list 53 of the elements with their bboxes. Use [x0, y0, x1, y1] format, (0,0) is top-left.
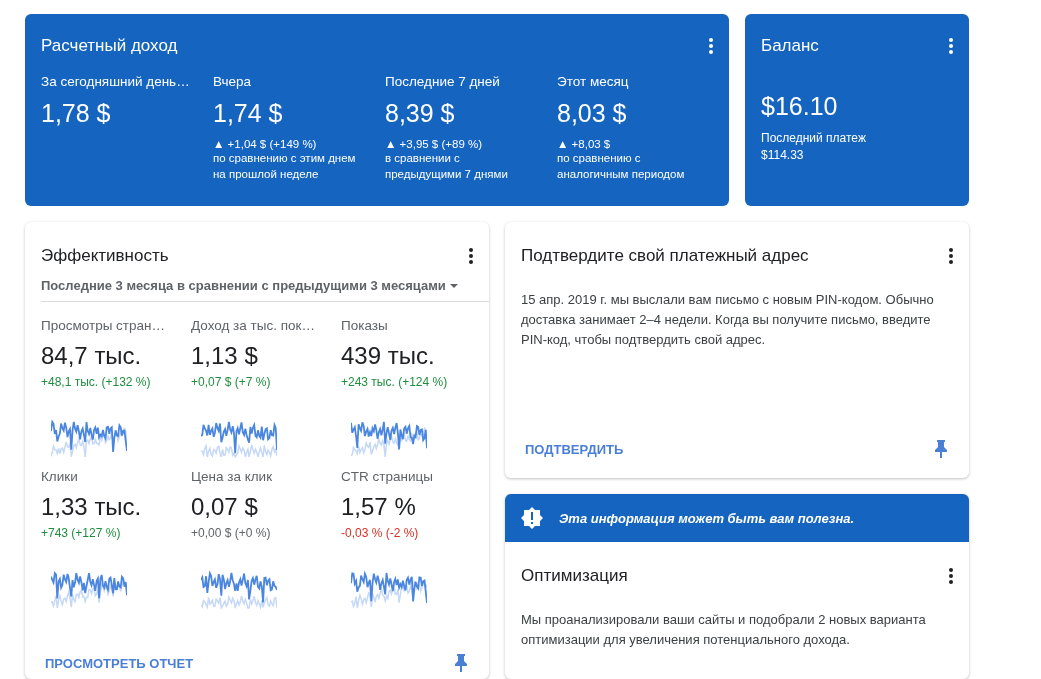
card-title: Баланс: [761, 36, 819, 56]
metric-label: Доход за тыс. пок…: [191, 318, 316, 333]
pin-icon[interactable]: [455, 654, 467, 672]
view-report-link[interactable]: ПРОСМОТРЕТЬ ОТЧЕТ: [45, 655, 194, 671]
earnings-value: 8,39 $: [385, 99, 456, 128]
metric-label: Показы: [341, 318, 389, 333]
caret-icon[interactable]: [449, 283, 458, 288]
period-label: За сегодняшний день…: [41, 74, 191, 89]
last-payment-value: $114.33: [761, 148, 805, 162]
metric-value: 0,07 $: [191, 493, 259, 521]
banner-text: Эта информация может быть вам полезна.: [559, 510, 855, 526]
card-text: Мы проанализировали ваши сайты и подобрали 2 новых варианта оптимизации для увеличения потенциального дохода.: [521, 611, 927, 649]
metric-label: Просмотры стран…: [41, 318, 166, 333]
metric-delta: -0,03 % (-2 %): [341, 526, 419, 540]
more-options-icon[interactable]: [469, 248, 473, 264]
more-options-icon[interactable]: [949, 568, 953, 584]
metric-delta: +243 тыс. (+124 %): [341, 375, 448, 389]
last-payment-label: Последний платеж: [761, 131, 867, 145]
metric-value: 439 тыс.: [341, 342, 436, 370]
card-title: Оптимизация: [521, 566, 628, 586]
period-label: Вчера: [213, 74, 253, 89]
metric-label: Клики: [41, 469, 79, 484]
more-options-icon[interactable]: [949, 248, 953, 264]
metric-label: Цена за клик: [191, 469, 274, 484]
confirm-link[interactable]: ПОДТВЕРДИТЬ: [525, 441, 624, 457]
comparison-note: в сравнении с предыдущими 7 днями: [385, 151, 509, 182]
earnings-value: 1,74 $: [213, 99, 284, 128]
earnings-value: 8,03 $: [557, 99, 628, 128]
card-title: Подтвердите свой платежный адрес: [521, 246, 809, 266]
alert-badge-icon: [521, 507, 543, 529]
pin-icon[interactable]: [935, 440, 947, 458]
period-dropdown[interactable]: Последние 3 месяца в сравнении с предыдущими 3 месяцами: [41, 278, 446, 293]
comparison-note: по сравнению с этим днем на прошлой неделе: [213, 151, 357, 182]
comparison-note: по сравнению с аналогичным периодом: [557, 151, 686, 182]
change-text: ▲ +3,95 $ (+89 %): [385, 138, 484, 150]
metric-value: 1,13 $: [191, 342, 259, 370]
change-text: ▲ +8,03 $: [557, 138, 612, 150]
metric-delta: +0,00 $ (+0 %): [191, 526, 271, 540]
metric-value: 84,7 тыс.: [41, 342, 143, 370]
metric-delta: +0,07 $ (+7 %): [191, 375, 271, 389]
change-text: ▲ +1,04 $ (+149 %): [213, 138, 318, 150]
metric-value: 1,33 тыс.: [41, 493, 143, 521]
earnings-value: 1,78 $: [41, 99, 112, 128]
card-title: Эффективность: [41, 246, 169, 266]
metric-value: 1,57 %: [341, 493, 417, 521]
period-label: Последние 7 дней: [385, 74, 501, 89]
metric-delta: +48,1 тыс. (+132 %): [41, 375, 151, 389]
balance-value: $16.10: [761, 92, 839, 121]
period-label: Этот месяц: [557, 74, 630, 89]
card-text: 15 апр. 2019 г. мы выслали вам письмо с новым PIN-кодом. Обычно доставка занимает 2–4 недели. Когда вы получите письмо, введите PIN-код, чтобы подтвердить свой адрес.: [521, 291, 935, 349]
metric-delta: +743 (+127 %): [41, 526, 121, 540]
metric-label: CTR страницы: [341, 469, 434, 484]
card-title: Расчетный доход: [41, 36, 178, 56]
